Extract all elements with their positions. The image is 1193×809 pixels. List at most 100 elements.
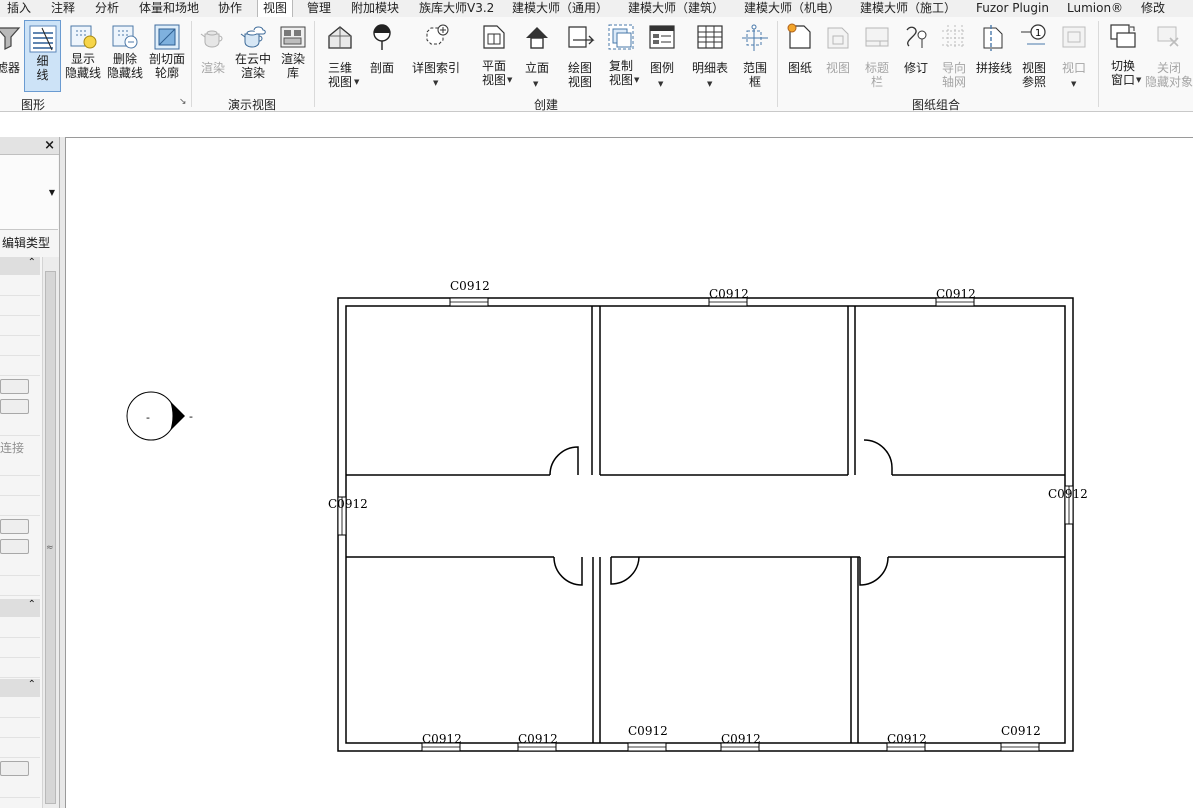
properties-scrollbar[interactable]: ≈ (42, 257, 59, 808)
filters-button[interactable]: 滤器 (0, 19, 22, 91)
property-edit-button[interactable] (0, 519, 29, 534)
window-tag[interactable]: C0912 (328, 497, 368, 511)
legends-dropdown-icon[interactable]: ▼ (658, 77, 663, 91)
floor-plan[interactable]: C0912 C0912 C0912 C0912 C0912 C0912 C091… (66, 138, 1193, 809)
door[interactable] (859, 556, 889, 586)
edit-type-button[interactable]: 编辑类型 (2, 234, 50, 251)
sheet-button[interactable]: 图纸 (782, 19, 818, 91)
view-reference-button[interactable]: 1 视图 参照 (1016, 19, 1052, 91)
property-row[interactable] (0, 296, 40, 316)
tab-manage[interactable]: 管理 (307, 0, 331, 17)
window-tag[interactable]: C0912 (887, 732, 927, 746)
scope-box-button[interactable]: 范围框 (738, 19, 772, 91)
render-in-cloud-button[interactable]: 在云中 渲染 (233, 19, 273, 91)
viewports-dropdown-icon[interactable]: ▼ (1071, 77, 1076, 91)
callout-button[interactable]: 详图索引 ▼ (408, 19, 464, 91)
tab-modeling-general[interactable]: 建模大师（通用） (512, 0, 608, 17)
viewports-button[interactable]: 视口 ▼ (1056, 19, 1092, 91)
category-header[interactable]: ⌃ (0, 679, 40, 697)
tab-analyze[interactable]: 分析 (95, 0, 119, 17)
chevron-down-icon[interactable]: ▼ (49, 188, 55, 197)
exterior-wall-outer[interactable] (337, 297, 1074, 752)
property-row[interactable] (0, 556, 40, 576)
render-button[interactable]: 渲染 (196, 19, 230, 91)
3d-view-button[interactable]: 三维 视图 ▼ (320, 19, 360, 91)
tab-family-library[interactable]: 族库大师V3.2 (419, 0, 494, 17)
property-row[interactable] (0, 576, 40, 596)
render-gallery-button[interactable]: 渲染库 (276, 19, 310, 91)
section-button[interactable]: 剖面 (364, 19, 400, 91)
tab-addins[interactable]: 附加模块 (351, 0, 399, 17)
switch-windows-dropdown-icon[interactable]: ▼ (1136, 73, 1141, 87)
3d-view-dropdown-icon[interactable]: ▼ (354, 75, 359, 89)
property-row[interactable] (0, 698, 40, 718)
tab-fuzor-plugin[interactable]: Fuzor Plugin (976, 0, 1049, 17)
cut-profile-button[interactable]: 剖切面 轮廓 (147, 19, 187, 91)
title-block-button[interactable]: 标题栏 (858, 19, 896, 91)
elevation-button[interactable]: 立面 ▼ (518, 19, 556, 91)
property-row[interactable] (0, 336, 40, 356)
legends-button[interactable]: 图例 ▼ (644, 19, 680, 91)
drafting-view-button[interactable]: 绘图 视图 (562, 19, 598, 91)
tab-massing-site[interactable]: 体量和场地 (139, 0, 199, 17)
switch-windows-button[interactable]: 切换 窗口 ▼ (1104, 19, 1142, 91)
tab-annotate[interactable]: 注释 (51, 0, 75, 17)
close-icon[interactable]: × (44, 137, 55, 154)
duplicate-view-button[interactable]: 复制 视图 ▼ (602, 19, 640, 91)
door[interactable] (610, 556, 640, 585)
collapse-icon[interactable]: ⌃ (28, 257, 36, 268)
type-selector[interactable]: ▼ (0, 155, 58, 230)
property-row[interactable] (0, 316, 40, 336)
property-row[interactable] (0, 476, 40, 496)
window-tag[interactable]: C0912 (936, 287, 976, 301)
show-hidden-lines-button[interactable]: 显示 隐藏线 (64, 19, 102, 91)
property-row[interactable] (0, 778, 40, 798)
tab-view[interactable]: 视图 (257, 0, 294, 18)
plan-views-dropdown-icon[interactable]: ▼ (507, 73, 512, 87)
door[interactable] (549, 446, 579, 476)
property-row[interactable] (0, 738, 40, 758)
property-row[interactable] (0, 496, 40, 516)
corridor-walls[interactable] (346, 474, 1065, 558)
category-header[interactable]: ⌃ (0, 599, 40, 617)
property-row[interactable] (0, 658, 40, 678)
callout-dropdown-icon[interactable]: ▼ (433, 76, 438, 90)
property-row[interactable] (0, 718, 40, 738)
tab-lumion[interactable]: Lumion® (1067, 0, 1123, 17)
schedules-dropdown-icon[interactable]: ▼ (707, 77, 712, 91)
close-hidden-windows-button[interactable]: 关闭 隐藏对象 (1144, 19, 1193, 91)
window-tag[interactable]: C0912 (422, 732, 462, 746)
window-tag[interactable]: C0912 (628, 724, 668, 738)
guide-grid-button[interactable]: 导向 轴网 (936, 19, 972, 91)
window-tag[interactable]: C0912 (450, 279, 490, 293)
property-row[interactable] (0, 356, 40, 376)
elevation-marker[interactable]: - - (126, 391, 193, 441)
collapse-icon[interactable]: ⌃ (28, 679, 36, 690)
elevation-dropdown-icon[interactable]: ▼ (533, 77, 538, 91)
property-row[interactable] (0, 416, 40, 436)
door[interactable] (553, 556, 583, 586)
property-row[interactable] (0, 618, 40, 638)
graphics-panel-launcher-icon[interactable]: ↘ (179, 97, 187, 107)
duplicate-view-dropdown-icon[interactable]: ▼ (634, 73, 639, 87)
tab-insert[interactable]: 插入 (7, 0, 31, 17)
property-edit-button[interactable] (0, 379, 29, 394)
schedules-button[interactable]: 明细表 ▼ (688, 19, 732, 91)
remove-hidden-lines-button[interactable]: 删除 隐藏线 (105, 19, 145, 91)
property-row[interactable] (0, 276, 40, 296)
door[interactable] (863, 439, 893, 475)
category-header[interactable]: ⌃ (0, 257, 40, 275)
property-row[interactable] (0, 456, 40, 476)
thin-lines-button[interactable]: 细线 (24, 20, 61, 92)
matchline-button[interactable]: 拼接线 (974, 19, 1014, 91)
window-tag[interactable]: C0912 (1001, 724, 1041, 738)
property-edit-button[interactable] (0, 539, 29, 554)
tab-collaborate[interactable]: 协作 (218, 0, 242, 17)
tab-modeling-mep[interactable]: 建模大师（机电） (744, 0, 840, 17)
window-tag[interactable]: C0912 (721, 732, 761, 746)
exterior-wall-inner[interactable] (345, 305, 1066, 744)
interior-wall[interactable] (591, 306, 856, 475)
tab-modify[interactable]: 修改 (1141, 0, 1165, 17)
tab-modeling-architecture[interactable]: 建模大师（建筑） (628, 0, 724, 17)
scrollbar-thumb[interactable] (45, 271, 56, 804)
